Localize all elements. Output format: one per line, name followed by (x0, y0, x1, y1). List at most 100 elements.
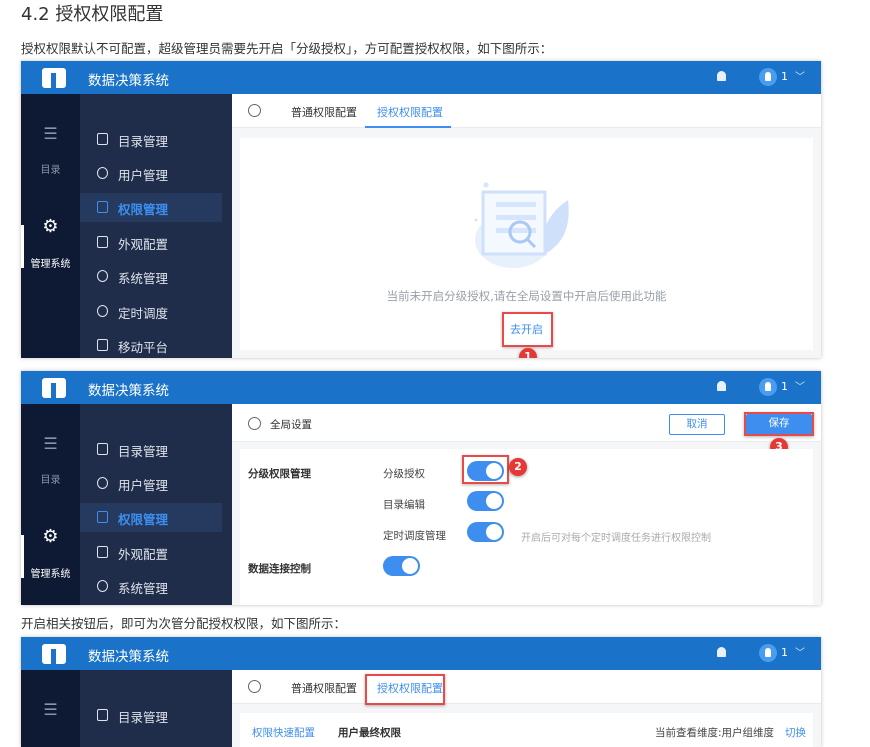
subtab-final-permissions[interactable]: 用户最终权限 (338, 725, 401, 740)
catalog-icon (97, 443, 108, 455)
settings-icon[interactable] (248, 680, 261, 693)
sidebar-item-permissions[interactable]: 权限管理 (80, 193, 222, 222)
app-title: 数据决策系统 (88, 73, 169, 89)
tab-bar: 普通权限配置 授权权限配置 (232, 670, 821, 704)
app-header: 数据决策系统 1 ﹀ (21, 61, 821, 94)
tab-authorization-permissions[interactable]: 授权权限配置 (377, 104, 443, 120)
sidebar-item-users[interactable]: 用户管理 (80, 159, 222, 188)
gear-icon[interactable]: ⚙ (21, 526, 80, 547)
sidebar-item-schedule[interactable]: 定时调度 (80, 297, 222, 326)
sidebar-item-mobile[interactable]: 移动平台 (80, 331, 222, 358)
toggle-hint: 开启后可对每个定时调度任务进行权限控制 (521, 533, 711, 544)
sidebar-item-catalog[interactable]: 目录管理 (80, 701, 222, 730)
logo-icon (42, 378, 66, 398)
tab-normal-permissions[interactable]: 普通权限配置 (291, 104, 357, 120)
username[interactable]: 1 (781, 380, 788, 393)
logo-icon (42, 68, 66, 88)
main-content: 普通权限配置 授权权限配置 权限快速配置 用户最终权限 当前查看维度:用户组维度… (232, 670, 821, 747)
highlight-box (365, 674, 445, 705)
timer-icon (97, 305, 108, 317)
sidebar-item-catalog[interactable]: 目录管理 (80, 125, 222, 154)
screenshot-authorization-enabled: 数据决策系统 1 ﹀ ☰ ⚲ 目录管理 普通权限配置 授权权限配置 权限快速配置… (21, 637, 821, 747)
toggle-label: 分级授权 (383, 468, 425, 480)
rail-item-management[interactable]: 管理系统 (21, 255, 80, 270)
avatar[interactable] (759, 68, 777, 86)
username[interactable]: 1 (781, 70, 788, 83)
section-heading: 4.2 授权权限配置 (21, 4, 164, 25)
screenshot-authorization-disabled: 数据决策系统 1 ﹀ ☰ 目录 ⚙ 管理系统 ⚲ 目录管理 用户管理 权限管理 … (21, 61, 821, 358)
nav-rail: ☰ (21, 670, 80, 747)
logo-icon (42, 644, 66, 664)
main-content: 全局设置 取消 保存 3 分级权限管理 分级授权 目录编辑 定时调度管理 开启后… (232, 404, 821, 605)
chevron-down-icon[interactable]: ﹀ (795, 644, 805, 659)
chevron-down-icon[interactable]: ﹀ (795, 378, 805, 393)
sidebar-item-appearance[interactable]: 外观配置 (80, 228, 222, 257)
sidebar-item-appearance[interactable]: 外观配置 (80, 538, 222, 567)
gear-icon (97, 580, 108, 592)
nav-rail: ☰ 目录 ⚙ 管理系统 (21, 94, 80, 358)
intro-paragraph: 授权权限默认不可配置，超级管理员需要先开启「分级授权」，方可配置授权权限，如下图… (21, 41, 553, 56)
toolbar-title: 全局设置 (270, 419, 312, 431)
chevron-down-icon[interactable]: ﹀ (795, 68, 805, 83)
nav-rail: ☰ 目录 ⚙ 管理系统 (21, 404, 80, 605)
data-connection-toggle[interactable] (383, 556, 420, 576)
empty-illustration (474, 182, 569, 268)
settings-panel: 分级权限管理 分级授权 目录编辑 定时调度管理 开启后可对每个定时调度任务进行权… (240, 449, 813, 605)
catalog-edit-toggle[interactable] (467, 491, 504, 511)
rail-item-management[interactable]: 管理系统 (21, 565, 80, 580)
toggle-label: 目录编辑 (383, 499, 425, 511)
list-icon[interactable]: ☰ (21, 124, 80, 143)
settings-icon (248, 417, 261, 430)
section-label: 分级权限管理 (248, 468, 311, 480)
follow-paragraph: 开启相关按钮后，即可为次管分配授权权限，如下图所示： (21, 616, 347, 631)
sidebar-item-system[interactable]: 系统管理 (80, 572, 222, 601)
app-header: 数据决策系统 1 ﹀ (21, 637, 821, 670)
user-icon (97, 167, 108, 179)
empty-message: 当前未开启分级授权,请在全局设置中开启后使用此功能 (386, 289, 667, 303)
user-icon (97, 477, 108, 489)
app-header: 数据决策系统 1 ﹀ (21, 371, 821, 404)
paint-roller-icon (97, 236, 108, 248)
main-content: 普通权限配置 授权权限配置 当前未开启分级授权,请在全局设置中开启后使用此功能 … (232, 94, 821, 358)
sidebar: ⚲ 目录管理 用户管理 权限管理 外观配置 系统管理 定时调度 移动平台 (80, 94, 276, 358)
bell-icon[interactable] (717, 381, 726, 391)
cancel-button[interactable]: 取消 (669, 414, 725, 435)
sidebar-item-users[interactable]: 用户管理 (80, 469, 222, 498)
catalog-icon (97, 133, 108, 145)
paint-roller-icon (97, 546, 108, 558)
highlight-box (744, 412, 814, 436)
lock-icon (97, 511, 108, 523)
rail-item-catalog[interactable]: 目录 (21, 161, 80, 176)
sidebar-item-permissions[interactable]: 权限管理 (80, 503, 222, 532)
step-badge: 2 (509, 458, 527, 476)
auth-panel: 权限快速配置 用户最终权限 当前查看维度:用户组维度 切换 (240, 713, 813, 747)
sidebar-item-system[interactable]: 系统管理 (80, 262, 222, 291)
switch-link[interactable]: 切换 (785, 725, 806, 740)
app-title: 数据决策系统 (88, 649, 169, 665)
avatar[interactable] (759, 378, 777, 396)
sidebar: ⚲ 目录管理 用户管理 权限管理 外观配置 系统管理 (80, 404, 276, 605)
username[interactable]: 1 (781, 646, 788, 659)
settings-icon[interactable] (248, 104, 261, 117)
bell-icon[interactable] (717, 71, 726, 81)
app-title: 数据决策系统 (88, 383, 169, 399)
sidebar-item-catalog[interactable]: 目录管理 (80, 435, 222, 464)
list-icon[interactable]: ☰ (21, 700, 80, 719)
bell-icon[interactable] (717, 647, 726, 657)
subtab-quick-config[interactable]: 权限快速配置 (252, 725, 315, 740)
schedule-management-toggle[interactable] (467, 522, 504, 542)
gear-icon[interactable]: ⚙ (21, 216, 80, 237)
tab-normal-permissions[interactable]: 普通权限配置 (291, 680, 357, 696)
list-icon[interactable]: ☰ (21, 434, 80, 453)
lock-icon (97, 201, 108, 213)
active-tab-underline (365, 126, 451, 128)
gear-icon (97, 270, 108, 282)
sidebar: ⚲ 目录管理 (80, 670, 276, 747)
tablet-icon (97, 339, 108, 351)
toolbar: 全局设置 取消 保存 (232, 404, 821, 442)
toggle-label: 定时调度管理 (383, 530, 446, 542)
catalog-icon (97, 709, 108, 721)
rail-item-catalog[interactable]: 目录 (21, 471, 80, 486)
dimension-label: 当前查看维度:用户组维度 (655, 727, 775, 739)
avatar[interactable] (759, 644, 777, 662)
